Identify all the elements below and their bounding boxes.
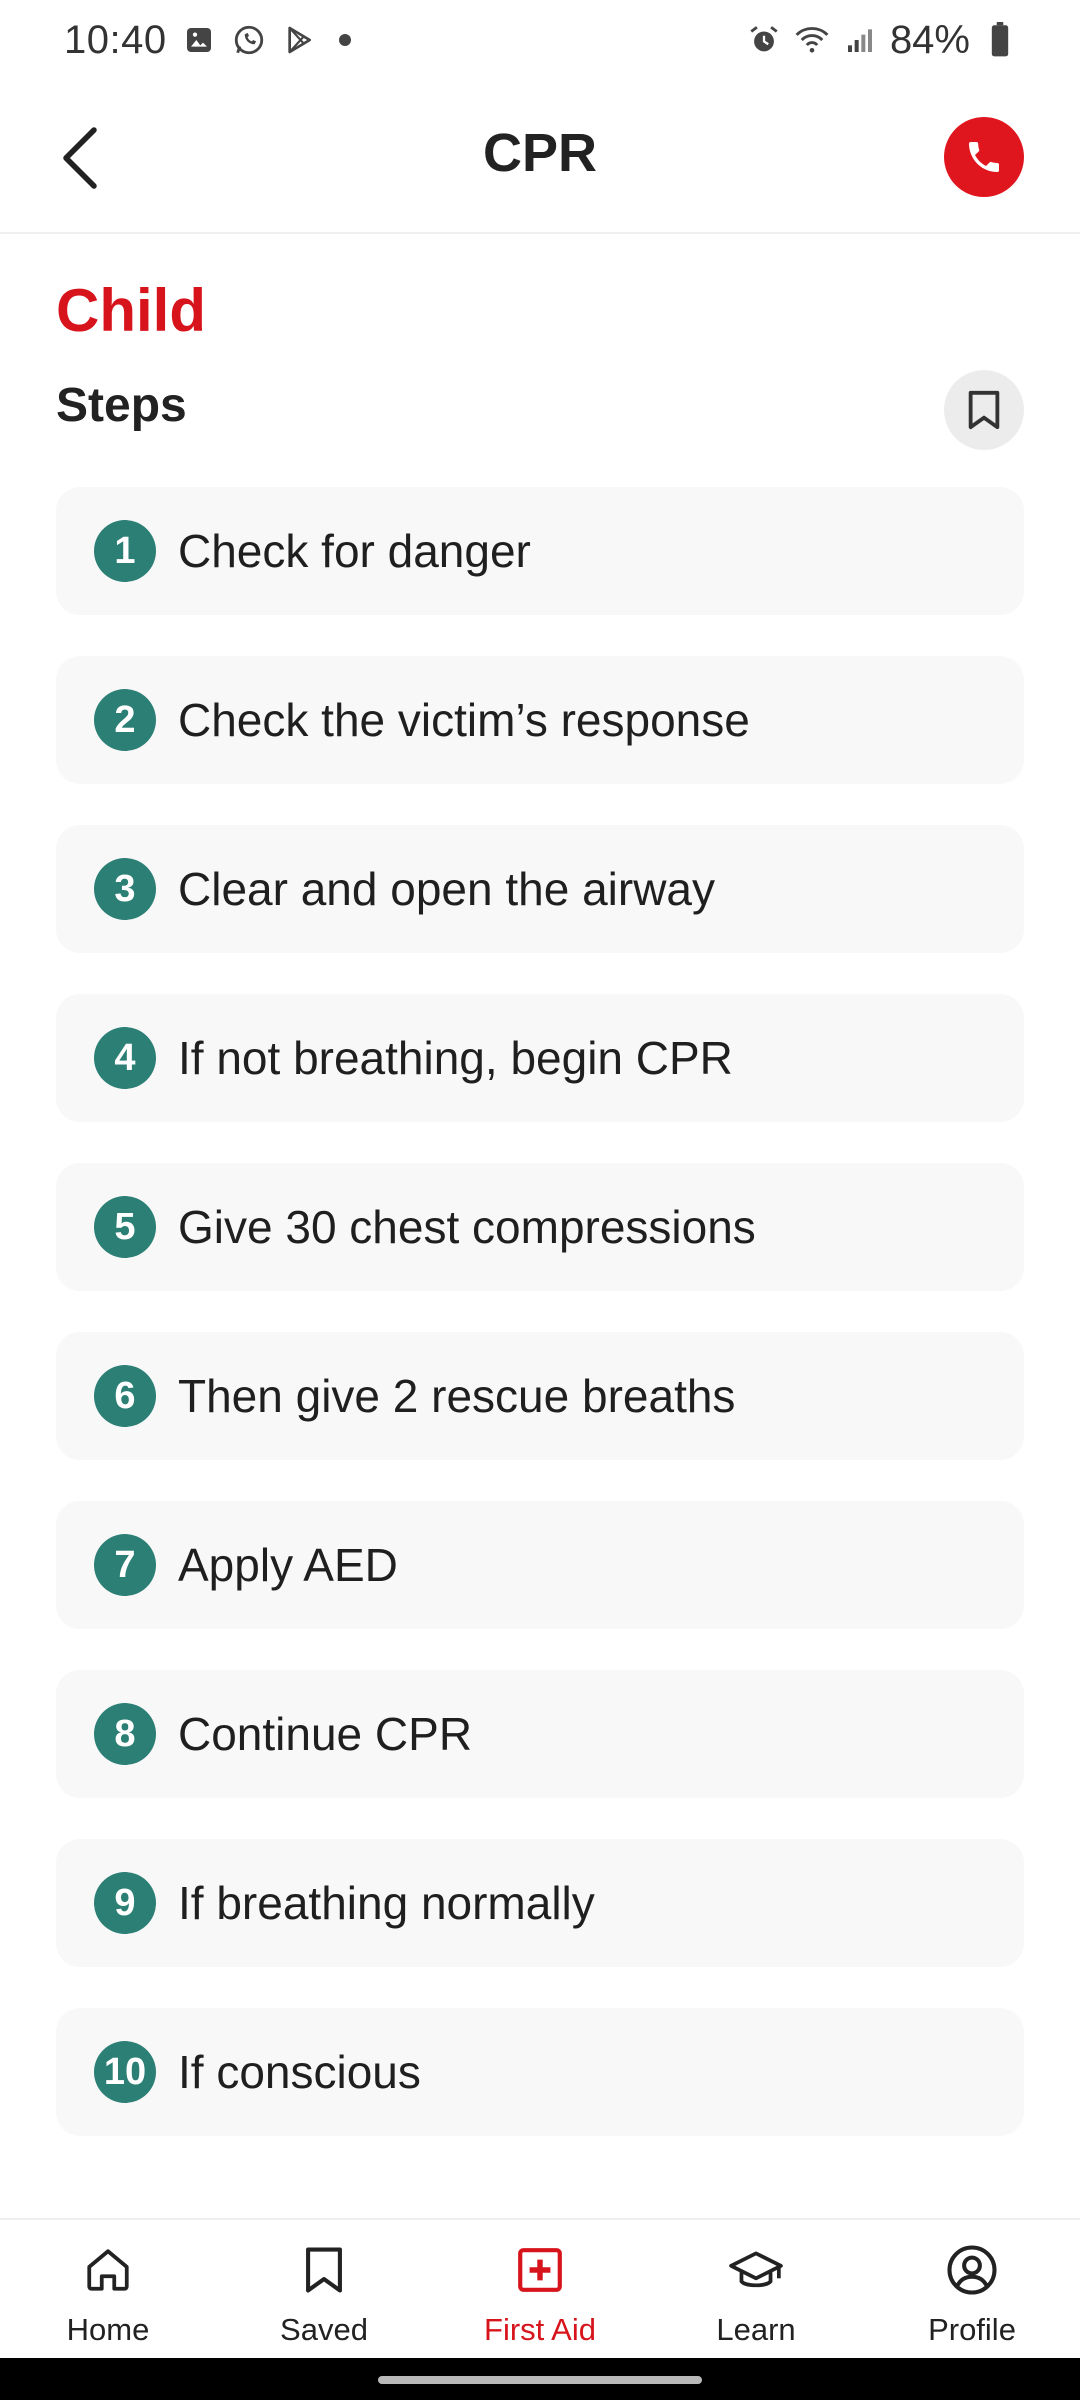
step-item[interactable]: 7 Apply AED (56, 1501, 1024, 1629)
step-item[interactable]: 3 Clear and open the airway (56, 825, 1024, 953)
step-number-badge: 4 (94, 1027, 156, 1089)
step-number-badge: 6 (94, 1365, 156, 1427)
status-bar: 10:40 84% (0, 0, 1080, 80)
whatsapp-icon (231, 22, 267, 58)
emergency-call-button[interactable] (944, 117, 1024, 197)
notification-dot (338, 34, 351, 46)
step-item[interactable]: 4 If not breathing, begin CPR (56, 994, 1024, 1122)
status-left: 10:40 (64, 18, 351, 63)
gesture-handle[interactable] (378, 2376, 702, 2384)
step-number-badge: 5 (94, 1196, 156, 1258)
step-item[interactable]: 1 Check for danger (56, 487, 1024, 615)
nav-label-learn: Learn (716, 2312, 796, 2347)
step-number-badge: 8 (94, 1703, 156, 1765)
first-aid-icon (512, 2242, 568, 2298)
gesture-navigation-bar (0, 2358, 1080, 2400)
step-number-badge: 7 (94, 1534, 156, 1596)
steps-title: Steps (56, 379, 187, 432)
bookmark-icon (968, 390, 1000, 430)
nav-item-profile[interactable]: Profile (864, 2220, 1080, 2358)
nav-item-saved[interactable]: Saved (216, 2220, 432, 2358)
step-item[interactable]: 2 Check the victim’s response (56, 656, 1024, 784)
app-header: CPR (0, 80, 1080, 234)
nav-label-profile: Profile (928, 2312, 1016, 2347)
step-label: Check the victim’s response (178, 694, 750, 746)
step-label: Continue CPR (178, 1708, 473, 1760)
status-time: 10:40 (64, 17, 167, 62)
battery-icon (982, 22, 1018, 58)
step-number-badge: 9 (94, 1872, 156, 1934)
step-number-badge: 10 (94, 2041, 156, 2103)
step-label: Clear and open the airway (178, 863, 715, 915)
steps-header: Steps (56, 370, 1024, 450)
nav-item-home[interactable]: Home (0, 2220, 216, 2358)
step-label: Check for danger (178, 525, 531, 577)
step-item[interactable]: 10 If conscious (56, 2008, 1024, 2136)
step-number-badge: 2 (94, 689, 156, 751)
nav-label-saved: Saved (280, 2312, 368, 2347)
phone-icon (969, 142, 999, 172)
nav-label-home: Home (66, 2312, 150, 2347)
step-label: If conscious (178, 2046, 421, 2098)
bottom-navigation: Home Saved First Aid Learn Profile (0, 2218, 1080, 2358)
status-right: 84% (746, 18, 1018, 63)
page-title: CPR (482, 123, 597, 183)
step-label: If not breathing, begin CPR (178, 1032, 733, 1084)
wifi-icon (794, 22, 830, 58)
step-label: Then give 2 rescue breaths (178, 1370, 736, 1422)
alarm-icon (746, 22, 782, 58)
nav-label-first-aid: First Aid (484, 2312, 596, 2347)
user-circle-icon (944, 2242, 1000, 2298)
step-item[interactable]: 8 Continue CPR (56, 1670, 1024, 1798)
step-label: Apply AED (178, 1539, 398, 1591)
gallery-icon (181, 22, 217, 58)
play-store-icon (281, 22, 317, 58)
step-number-badge: 3 (94, 858, 156, 920)
home-icon (80, 2242, 136, 2298)
battery-percentage: 84% (889, 17, 970, 62)
step-item[interactable]: 6 Then give 2 rescue breaths (56, 1332, 1024, 1460)
nav-item-learn[interactable]: Learn (648, 2220, 864, 2358)
step-item[interactable]: 9 If breathing normally (56, 1839, 1024, 1967)
steps-list: 1 Check for danger 2 Check the victim’s … (56, 487, 1024, 2177)
bookmark-icon (296, 2242, 352, 2298)
graduation-cap-icon (728, 2242, 784, 2298)
signal-icon (842, 22, 878, 58)
nav-item-first-aid[interactable]: First Aid (432, 2220, 648, 2358)
step-label: Give 30 chest compressions (178, 1201, 756, 1253)
step-number-badge: 1 (94, 520, 156, 582)
step-item[interactable]: 5 Give 30 chest compressions (56, 1163, 1024, 1291)
save-bookmark-button[interactable] (944, 370, 1024, 450)
step-label: If breathing normally (178, 1877, 595, 1929)
category-heading: Child (56, 277, 206, 344)
